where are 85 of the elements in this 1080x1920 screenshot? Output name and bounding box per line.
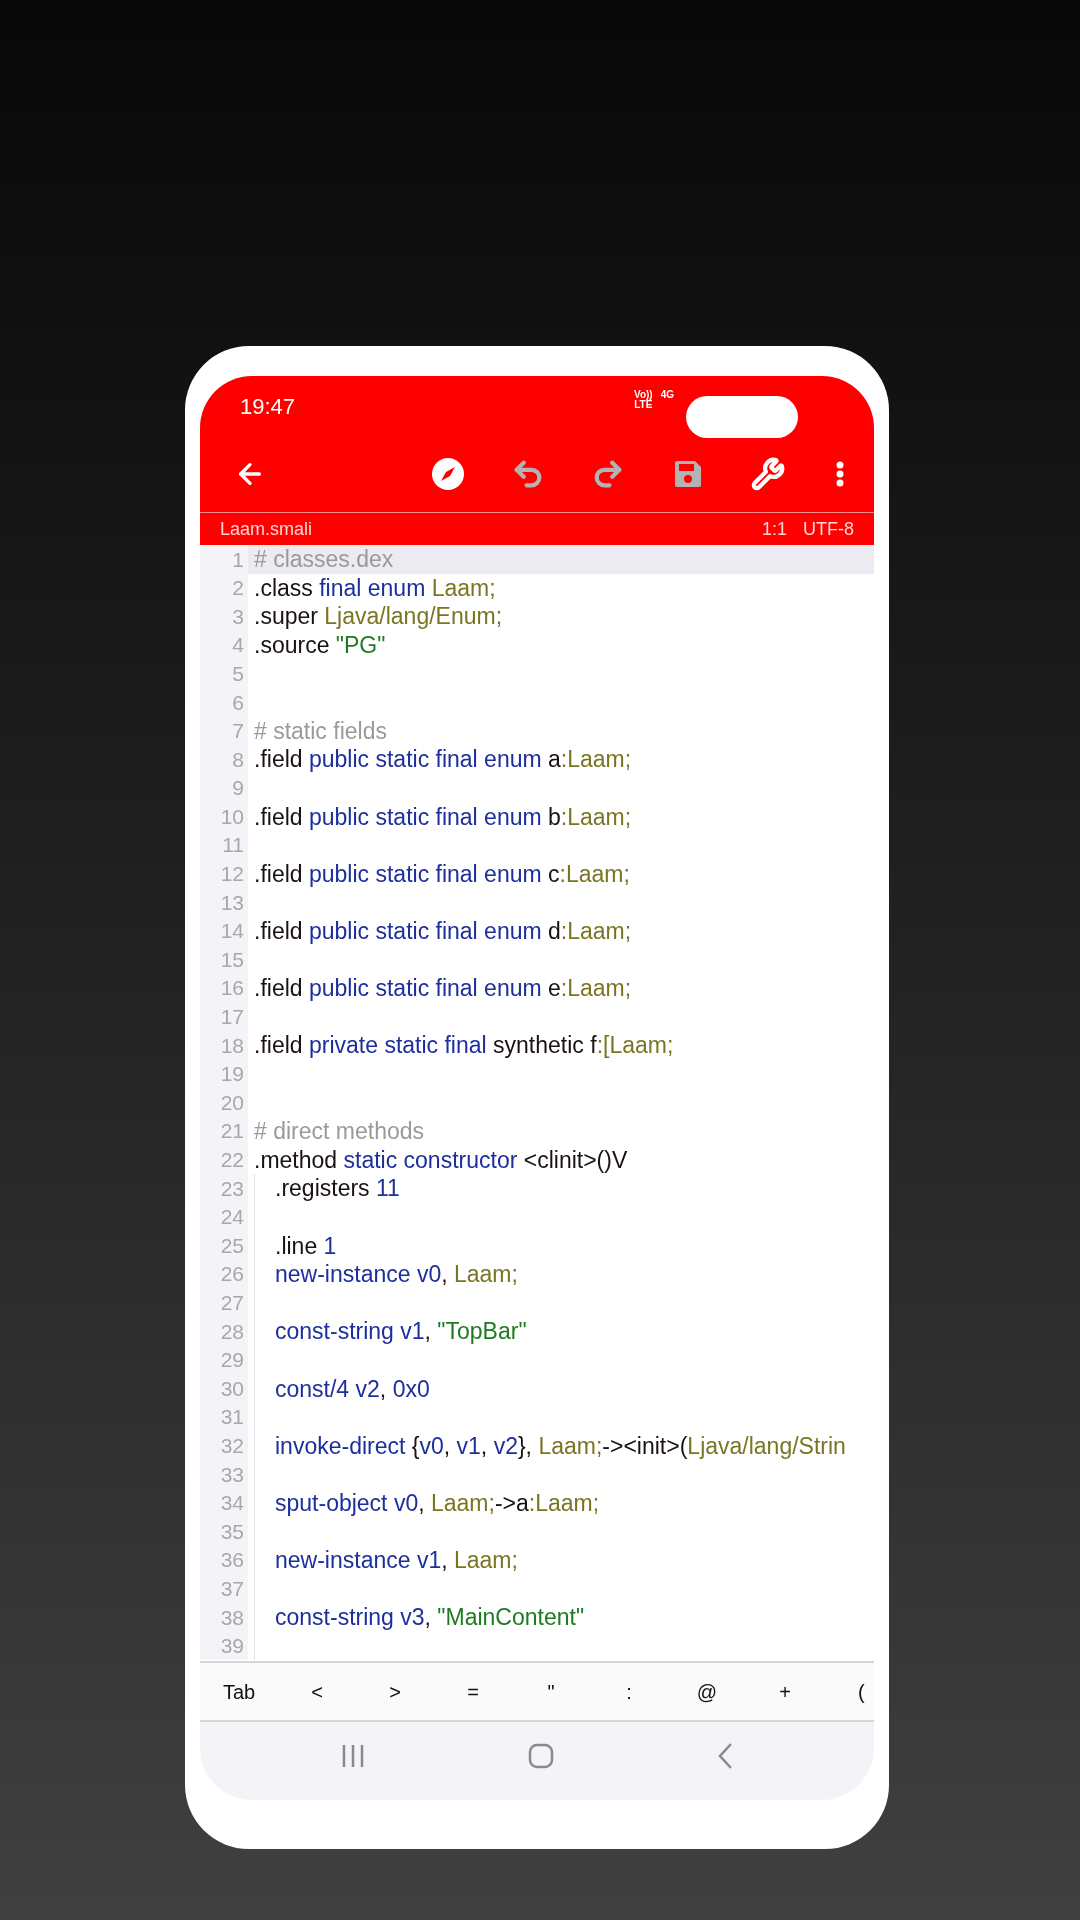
wrench-icon <box>751 457 785 491</box>
line-number: 34 <box>200 1488 248 1518</box>
line-number: 8 <box>200 745 248 774</box>
code-line: const-string v1, "TopBar" <box>275 1318 527 1345</box>
line-number: 29 <box>200 1345 248 1375</box>
line-number: 12 <box>200 859 248 889</box>
line-number: 27 <box>200 1288 248 1318</box>
code-line: .field public static final enum e:Laam; <box>254 975 632 1002</box>
network-label: 4G <box>660 390 674 400</box>
code-line: const-string v3, "MainContent" <box>275 1604 585 1631</box>
line-number: 37 <box>200 1574 248 1603</box>
home-icon[interactable] <box>528 1743 554 1769</box>
code-line: # direct methods <box>254 1118 425 1145</box>
symbol-key[interactable]: + <box>746 1676 824 1707</box>
line-number: 13 <box>200 888 248 917</box>
line-number: 1 <box>200 545 248 574</box>
symbol-key[interactable]: " <box>512 1676 590 1707</box>
line-number: 28 <box>200 1317 248 1346</box>
symbol-key[interactable]: @ <box>668 1676 746 1707</box>
recents-icon[interactable] <box>341 1743 366 1769</box>
lte-label: LTE <box>634 400 653 410</box>
code-line: new-instance v0, Laam; <box>275 1261 518 1288</box>
line-number: 4 <box>200 630 248 660</box>
code-line: .field public static final enum d:Laam; <box>254 918 632 944</box>
line-number: 11 <box>200 830 248 860</box>
line-number: 16 <box>200 973 248 1003</box>
line-number: 21 <box>200 1116 248 1146</box>
line-number: 25 <box>200 1231 248 1260</box>
code-line: .super Ljava/lang/Enum; <box>254 603 503 630</box>
line-number: 36 <box>200 1545 248 1575</box>
code-line: invoke-direct {v0, v1, v2}, Laam;-><init>(Ljava/lang/Strin <box>275 1432 846 1459</box>
cursor-position: 1:1 <box>761 517 787 541</box>
code-line: const/4 v2, 0x0 <box>275 1375 430 1402</box>
code-editor[interactable] <box>200 545 874 1661</box>
code-line: .field private static final synthetic f:[Laam; <box>254 1032 674 1059</box>
code-line: .line 1 <box>275 1232 337 1259</box>
line-number: 14 <box>200 916 248 946</box>
line-number: 33 <box>200 1460 248 1489</box>
line-number: 3 <box>200 602 248 631</box>
code-line: .registers 11 <box>275 1175 400 1202</box>
symbol-key[interactable]: Tab <box>200 1676 278 1707</box>
symbol-key[interactable]: < <box>278 1676 356 1707</box>
line-number: 35 <box>200 1517 248 1546</box>
line-number: 38 <box>200 1602 248 1632</box>
code-line: .source "PG" <box>254 632 386 659</box>
symbol-key[interactable]: ( <box>858 1676 865 1707</box>
code-line: sput-object v0, Laam;->a:Laam; <box>275 1489 600 1516</box>
code-line: .class final enum Laam; <box>254 574 496 601</box>
code-line: .field public static final enum b:Laam; <box>254 803 632 830</box>
symbol-key[interactable]: > <box>356 1676 434 1707</box>
line-number: 26 <box>200 1259 248 1289</box>
line-number: 31 <box>200 1402 248 1432</box>
line-number: 19 <box>200 1059 248 1089</box>
code-line: .field public static final enum c:Laam; <box>254 860 630 887</box>
line-number: 18 <box>200 1031 248 1060</box>
line-number: 22 <box>200 1145 248 1175</box>
code-line: .field public static final enum a:Laam; <box>254 746 632 773</box>
more-icon <box>836 461 844 487</box>
line-number: 17 <box>200 1002 248 1032</box>
line-number: 32 <box>200 1431 248 1460</box>
line-number: 20 <box>200 1088 248 1117</box>
symbol-key[interactable]: : <box>590 1676 668 1707</box>
line-number: 15 <box>200 945 248 974</box>
save-icon <box>673 459 703 489</box>
code-line: .method static constructor <clinit>()V <box>254 1146 628 1173</box>
line-number: 10 <box>200 802 248 831</box>
line-number: 7 <box>200 716 248 746</box>
code-line: # static fields <box>254 717 387 744</box>
line-number: 23 <box>200 1174 248 1203</box>
line-number: 30 <box>200 1374 248 1403</box>
line-number: 39 <box>200 1631 248 1661</box>
status-time: 19:47 <box>240 392 296 421</box>
line-number: 9 <box>200 773 248 803</box>
file-name: Laam.smali <box>220 517 313 541</box>
symbol-key[interactable]: = <box>434 1676 512 1707</box>
back-nav-icon[interactable] <box>716 1742 733 1770</box>
line-number: 5 <box>200 659 248 688</box>
volte-label: Vo)) <box>633 390 653 400</box>
encoding-label: UTF-8 <box>803 517 854 541</box>
code-line: new-instance v1, Laam; <box>275 1547 518 1574</box>
line-number: 24 <box>200 1202 248 1232</box>
line-number: 6 <box>200 687 248 717</box>
code-line: # classes.dex <box>254 546 394 573</box>
compass-icon <box>431 457 465 491</box>
line-number: 2 <box>200 573 248 603</box>
